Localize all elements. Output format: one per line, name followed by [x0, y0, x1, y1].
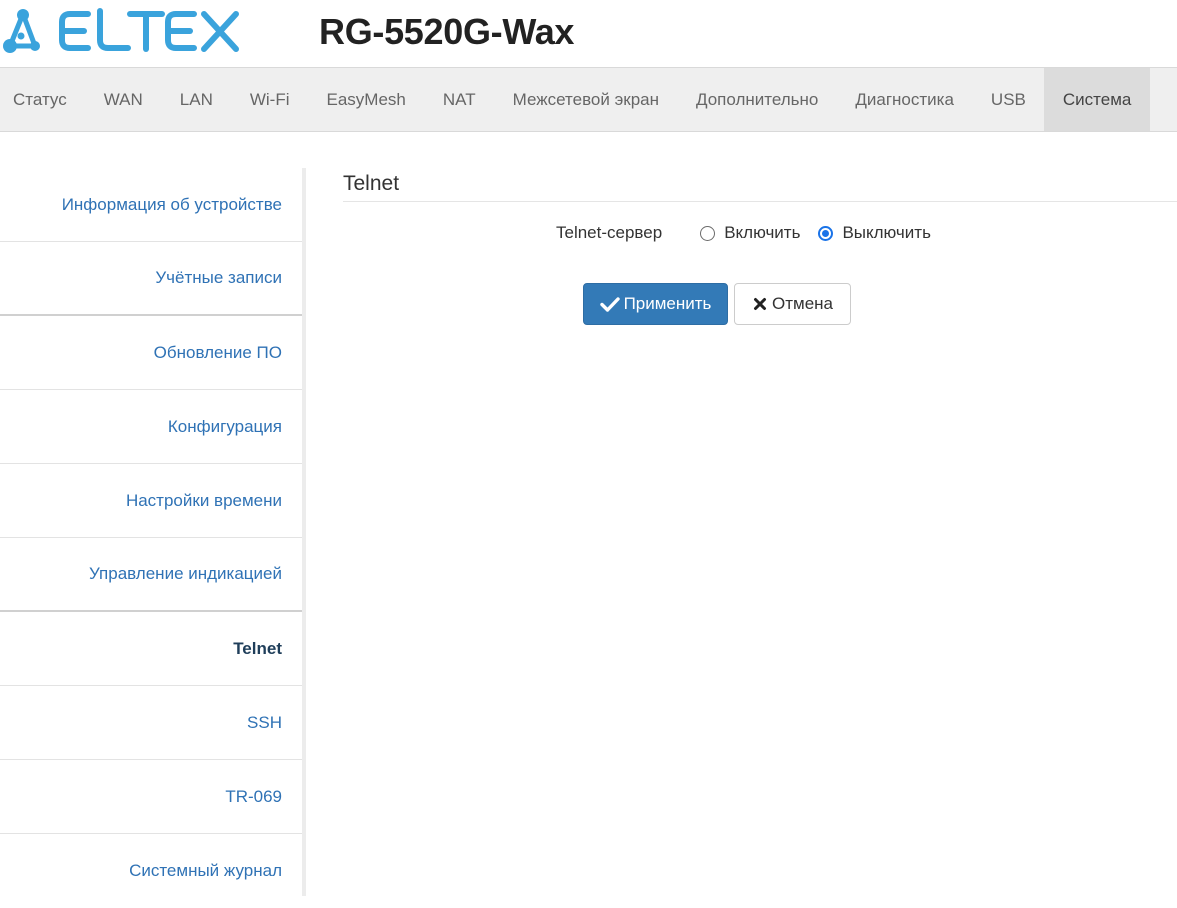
telnet-server-label: Telnet-сервер — [556, 223, 663, 242]
tab-diagnostics[interactable]: Диагностика — [837, 68, 973, 131]
sidebar-item-led-control[interactable]: Управление индикацией — [0, 538, 302, 612]
radio-button-checked[interactable] — [818, 225, 834, 241]
sidebar-item-device-info[interactable]: Информация об устройстве — [0, 168, 302, 242]
tab-nat[interactable]: NAT — [424, 68, 494, 131]
main-content: Telnet Telnet-сервер Включить Выключить … — [343, 168, 1177, 325]
tab-firewall[interactable]: Межсетевой экран — [494, 68, 677, 131]
header: RG-5520G-Wax — [0, 0, 1177, 68]
tab-advanced[interactable]: Дополнительно — [678, 68, 837, 131]
form-buttons: Применить Отмена — [583, 283, 851, 325]
sidebar-item-configuration[interactable]: Конфигурация — [0, 390, 302, 464]
cancel-button[interactable]: Отмена — [734, 283, 851, 325]
tab-status[interactable]: Статус — [0, 68, 85, 131]
close-icon — [752, 296, 768, 312]
eltex-logo-graphic — [3, 8, 239, 53]
sidebar: Информация об устройстве Учётные записи … — [0, 168, 306, 896]
radio-button[interactable] — [700, 225, 716, 241]
cancel-button-label: Отмена — [772, 294, 833, 313]
telnet-enable-radio[interactable]: Включить — [700, 223, 800, 243]
top-navigation: Статус WAN LAN Wi-Fi EasyMesh NAT Межсет… — [0, 67, 1177, 132]
tab-lan[interactable]: LAN — [161, 68, 231, 131]
eltex-logo — [2, 6, 242, 56]
sidebar-item-time-settings[interactable]: Настройки времени — [0, 464, 302, 538]
telnet-server-row: Telnet-сервер Включить Выключить — [556, 221, 949, 245]
apply-button[interactable]: Применить — [583, 283, 728, 325]
tab-wan[interactable]: WAN — [85, 68, 161, 131]
sidebar-item-accounts[interactable]: Учётные записи — [0, 242, 302, 316]
tab-easymesh[interactable]: EasyMesh — [308, 68, 424, 131]
sidebar-item-telnet[interactable]: Telnet — [0, 612, 302, 686]
telnet-enable-label: Включить — [724, 223, 801, 242]
sidebar-item-ssh[interactable]: SSH — [0, 686, 302, 760]
sidebar-item-firmware-update[interactable]: Обновление ПО — [0, 316, 302, 390]
checkmark-icon — [599, 296, 620, 312]
tab-usb[interactable]: USB — [972, 68, 1044, 131]
tab-wifi[interactable]: Wi-Fi — [231, 68, 308, 131]
telnet-disable-radio[interactable]: Выключить — [818, 223, 931, 243]
apply-button-label: Применить — [623, 294, 712, 313]
tab-system[interactable]: Система — [1044, 68, 1150, 131]
sidebar-item-tr069[interactable]: TR-069 — [0, 760, 302, 834]
sidebar-item-system-log[interactable]: Системный журнал — [0, 834, 302, 908]
telnet-disable-label: Выключить — [842, 223, 931, 242]
page-title: Telnet — [343, 168, 1177, 202]
device-model-title: RG-5520G-Wax — [319, 11, 575, 52]
